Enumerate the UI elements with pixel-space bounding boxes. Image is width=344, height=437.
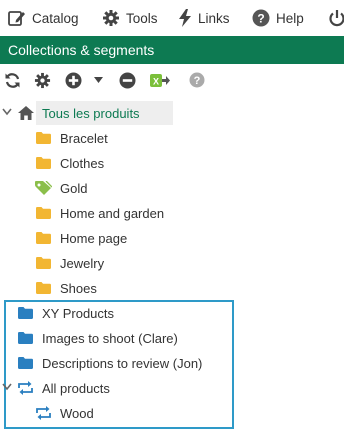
edit-icon xyxy=(8,11,25,26)
folder-icon xyxy=(36,132,51,144)
folder-icon xyxy=(36,282,51,294)
panel-header: Collections & segments xyxy=(0,36,344,64)
segment-label: Descriptions to review (Jon) xyxy=(42,356,203,371)
power-button[interactable] xyxy=(328,0,344,36)
help-icon: ? xyxy=(252,9,270,27)
sync-icon xyxy=(36,406,51,420)
segment-xy-products[interactable]: XY Products xyxy=(0,301,344,326)
folder-icon xyxy=(36,207,51,219)
add-dropdown-button[interactable] xyxy=(92,71,104,89)
tree-item-label: Shoes xyxy=(60,281,97,296)
svg-text:?: ? xyxy=(194,75,201,87)
folder-icon xyxy=(36,257,51,269)
panel-title: Collections & segments xyxy=(8,42,155,58)
export-button[interactable]: X xyxy=(149,71,171,89)
tree-item-label: Home page xyxy=(60,231,128,246)
tree-item-label: Jewelry xyxy=(60,256,105,271)
folder-icon xyxy=(18,307,33,319)
segment-images-to-shoot[interactable]: Images to shoot (Clare) xyxy=(0,326,344,351)
tag-icon xyxy=(35,181,52,195)
menu-tools[interactable]: Tools xyxy=(102,0,158,36)
refresh-icon xyxy=(5,72,19,88)
minus-circle-icon xyxy=(119,72,135,88)
tree-item-bracelet[interactable]: Bracelet xyxy=(0,126,344,151)
menu-links-label: Links xyxy=(198,10,230,26)
tree-item-label: Bracelet xyxy=(60,131,108,146)
export-icon: X xyxy=(150,74,170,87)
tree-item-gold[interactable]: Gold xyxy=(0,176,344,201)
gear-icon xyxy=(34,72,50,88)
segment-all-products[interactable]: All products xyxy=(0,376,344,401)
svg-text:X: X xyxy=(153,77,159,87)
folder-icon xyxy=(36,232,51,244)
plus-circle-icon xyxy=(65,72,81,88)
menu-help-label: Help xyxy=(276,10,304,26)
segment-label: Images to shoot (Clare) xyxy=(42,331,178,346)
svg-text:?: ? xyxy=(257,12,264,26)
help-icon: ? xyxy=(189,72,205,88)
caret-down-icon xyxy=(93,77,103,83)
segment-label: Wood xyxy=(60,406,94,421)
tree-item-clothes[interactable]: Clothes xyxy=(0,151,344,176)
remove-button[interactable] xyxy=(118,71,136,89)
tree-item-home-page[interactable]: Home page xyxy=(0,226,344,251)
menu-help[interactable]: ? Help xyxy=(252,0,304,36)
gear-icon xyxy=(103,10,119,26)
tree-item-home-and-garden[interactable]: Home and garden xyxy=(0,201,344,226)
menu-bar: Catalog Tools Links ? Help xyxy=(0,0,344,36)
tree-item-label: Home and garden xyxy=(60,206,165,221)
segment-label: All products xyxy=(42,381,110,396)
tree-item-label: Clothes xyxy=(60,156,105,171)
menu-links[interactable]: Links xyxy=(178,0,230,36)
folder-icon xyxy=(36,157,51,169)
tree-toolbar: X ? xyxy=(0,64,344,96)
tree-root-label: Tous les produits xyxy=(42,106,140,121)
refresh-button[interactable] xyxy=(3,71,21,89)
tree-item-label: Gold xyxy=(60,181,88,196)
segment-wood[interactable]: Wood xyxy=(0,401,344,426)
segment-label: XY Products xyxy=(42,306,115,321)
menu-catalog-label: Catalog xyxy=(32,10,79,26)
folder-icon xyxy=(18,332,33,344)
help-button[interactable]: ? xyxy=(188,71,206,89)
home-icon xyxy=(18,106,34,120)
folder-icon xyxy=(18,357,33,369)
settings-button[interactable] xyxy=(33,71,51,89)
tree-item-jewelry[interactable]: Jewelry xyxy=(0,251,344,276)
tree-root[interactable]: Tous les produits xyxy=(0,101,344,126)
power-icon xyxy=(329,10,344,27)
menu-catalog[interactable]: Catalog xyxy=(8,0,79,36)
menu-tools-label: Tools xyxy=(126,10,158,26)
segment-descriptions-to-review[interactable]: Descriptions to review (Jon) xyxy=(0,351,344,376)
lightning-icon xyxy=(179,9,191,27)
add-button[interactable] xyxy=(64,71,82,89)
tree-item-shoes[interactable]: Shoes xyxy=(0,276,344,301)
sync-icon xyxy=(18,381,33,395)
